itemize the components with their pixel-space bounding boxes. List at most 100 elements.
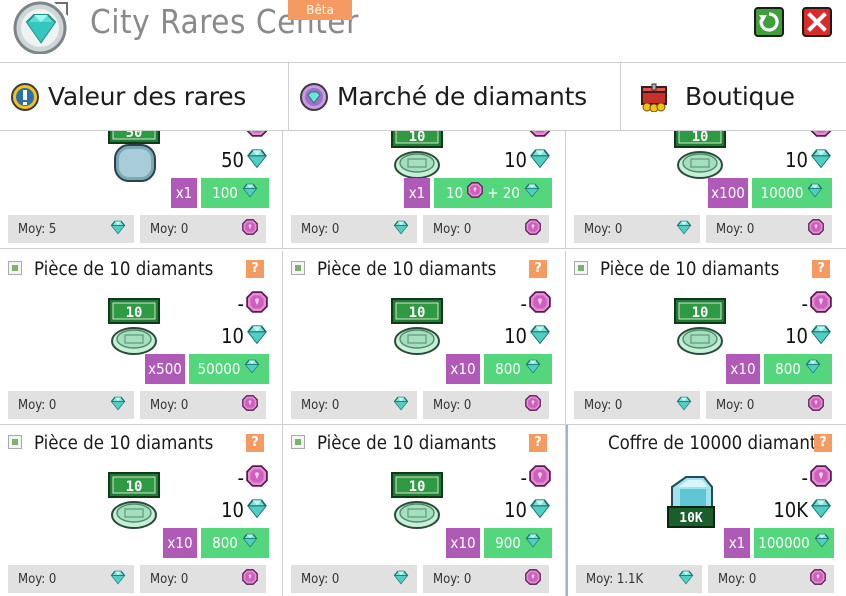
average-label: Moy: 0	[301, 571, 340, 587]
buy-price-button[interactable]: 800	[484, 354, 552, 384]
info-button[interactable]: ?	[529, 260, 547, 278]
diamond-price: 10	[504, 497, 551, 523]
average-diamond-price: Moy: 0	[291, 215, 417, 243]
item-card[interactable]: 50 - 50 x1 100 Moy: 5 Moy: 0	[0, 131, 283, 249]
info-button[interactable]: ?	[246, 260, 264, 278]
svg-text:10: 10	[409, 305, 426, 321]
info-button[interactable]: ?	[246, 434, 264, 452]
item-title-text: Coffre de 10000 diamants	[608, 433, 826, 454]
coin-icon	[810, 465, 832, 491]
diamond-icon	[810, 497, 832, 523]
diamond-icon	[524, 178, 540, 208]
buy-price-button[interactable]: 800	[764, 354, 832, 384]
item-card[interactable]: Pièce de 10 diamants? 10 - 10 x500 50000 …	[0, 251, 283, 425]
diamond-price-value: 10	[221, 324, 244, 348]
close-icon	[807, 12, 827, 32]
diamond-coin-image: 10	[669, 131, 733, 183]
tab-valeur-des-rares[interactable]: Valeur des rares	[0, 63, 289, 130]
diamond-coin-image: 10	[103, 295, 167, 359]
item-card[interactable]: Pièce de 10 diamants? 10 - 10 x10 800 Moy…	[566, 251, 846, 425]
diamond-price: 10	[785, 323, 832, 349]
refresh-icon	[759, 12, 779, 32]
item-card[interactable]: 10 - 10 x110 + 20 Moy: 0	[283, 131, 566, 249]
diamond-coin-image: 10	[103, 469, 167, 533]
item-card[interactable]: Coffre de 10000 diamants? 10K - 10K x1 10…	[566, 425, 846, 596]
item-title-text: Pièce de 10 diamants	[34, 433, 214, 454]
item-card[interactable]: 10 - 10 x100 10000 Moy: 0 Moy: 0	[566, 131, 846, 249]
diamond-icon	[110, 395, 126, 415]
info-button[interactable]: ?	[814, 434, 832, 452]
info-button[interactable]: ?	[529, 434, 547, 452]
coin-price: -	[802, 131, 833, 141]
coin-icon	[810, 291, 832, 317]
broken-image-icon	[291, 435, 305, 449]
price-value: 800	[212, 534, 238, 552]
average-diamond-price: Moy: 5	[8, 215, 134, 243]
buy-price-button[interactable]: 50000	[189, 354, 269, 384]
diamond-price: 50	[221, 147, 268, 173]
coin-price: -	[238, 465, 269, 491]
buy-price-button[interactable]: 10000	[752, 178, 832, 208]
coin-icon	[808, 219, 824, 239]
coin-icon	[242, 219, 258, 239]
diamond-price-value: 10	[221, 498, 244, 522]
buy-price-button[interactable]: 100	[201, 178, 269, 208]
coin-price: -	[521, 465, 552, 491]
item-card[interactable]: Pièce de 10 diamants? 10 - 10 x10 900 Moy…	[283, 425, 566, 596]
quantity-badge: x10	[163, 528, 197, 558]
diamond-price: 10	[504, 147, 551, 173]
diamond-icon	[525, 354, 541, 384]
average-label: Moy: 0	[718, 571, 757, 587]
coin-price-value: -	[802, 131, 809, 140]
tab-boutique[interactable]: Boutique	[621, 63, 846, 130]
info-button[interactable]: ?	[812, 260, 830, 278]
item-title: Coffre de 10000 diamants	[608, 433, 825, 454]
coin-price-value: -	[520, 466, 528, 490]
diamond-coin-image: 10	[386, 131, 450, 183]
coin-icon	[246, 291, 268, 317]
quantity-badge: x1	[724, 528, 750, 558]
coin-icon	[525, 569, 541, 589]
average-coin-price: Moy: 0	[423, 215, 549, 243]
item-title: Pièce de 10 diamants	[574, 259, 779, 280]
buy-price-button[interactable]: 900	[484, 528, 552, 558]
buy-price-button[interactable]: 800	[201, 528, 269, 558]
broken-image-icon	[8, 435, 22, 449]
svg-text:10K: 10K	[679, 511, 703, 526]
quantity-badge: x10	[446, 354, 480, 384]
coin-price-value: -	[801, 466, 809, 490]
diamond-icon	[242, 178, 258, 208]
diamond-coin-icon	[299, 82, 329, 112]
average-label: Moy: 0	[301, 221, 340, 237]
buy-price-button[interactable]: 10 + 20	[434, 178, 552, 208]
price-value: 800	[775, 360, 801, 378]
item-card[interactable]: Pièce de 10 diamants? 10 - 10 x10 800 Moy…	[283, 251, 566, 425]
close-button[interactable]	[802, 7, 832, 37]
average-label: Moy: 0	[433, 571, 472, 587]
coin-icon	[246, 131, 268, 141]
diamond-price-value: 10	[785, 324, 808, 348]
buy-price-button[interactable]: 100000	[754, 528, 834, 558]
diamond-icon	[110, 569, 126, 589]
diamond-icon	[393, 569, 409, 589]
price-value: 900	[495, 534, 521, 552]
price-value: 10	[446, 184, 464, 202]
diamond-icon	[393, 219, 409, 239]
coin-icon	[529, 465, 551, 491]
coin-icon	[467, 178, 484, 208]
coin-price: -	[521, 131, 552, 141]
average-coin-price: Moy: 0	[423, 391, 549, 419]
diamond-icon	[807, 178, 823, 208]
quantity-badge: x10	[726, 354, 760, 384]
svg-text:10: 10	[126, 305, 143, 321]
tab-label: Marché de diamants	[337, 82, 587, 111]
diamond-coin-image: 50	[103, 131, 167, 183]
tab-marche-de-diamants[interactable]: Marché de diamants	[289, 63, 621, 130]
coin-icon	[525, 395, 541, 415]
average-diamond-price: Moy: 0	[291, 565, 417, 593]
item-card[interactable]: Pièce de 10 diamants? 10 - 10 x10 800 Moy…	[0, 425, 283, 596]
item-title: Pièce de 10 diamants	[8, 433, 213, 454]
refresh-button[interactable]	[754, 7, 784, 37]
average-label: Moy: 1.1K	[586, 571, 644, 587]
average-diamond-price: Moy: 1.1K	[576, 565, 702, 593]
